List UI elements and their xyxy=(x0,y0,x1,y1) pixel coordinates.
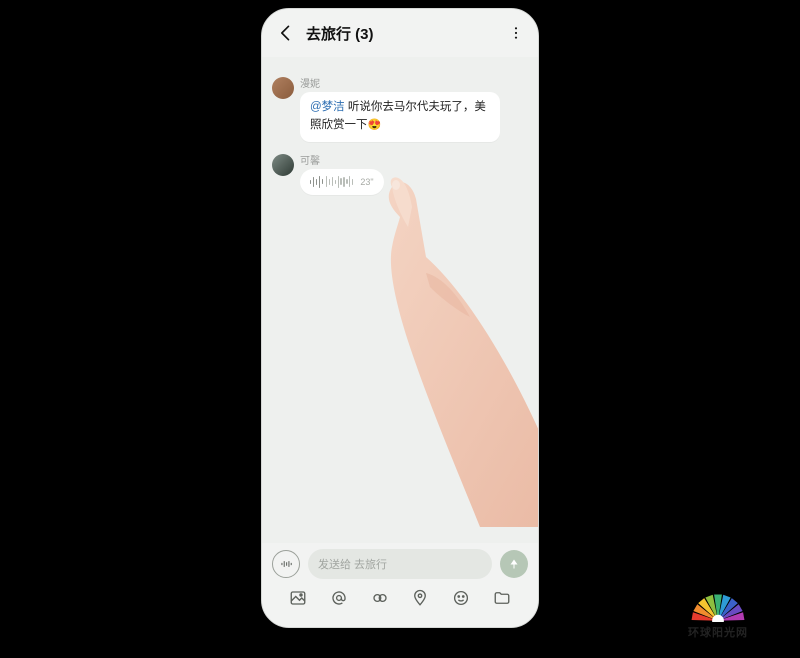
gallery-icon[interactable] xyxy=(287,587,309,609)
red-packet-icon[interactable] xyxy=(369,587,391,609)
watermark-text: 环球阳光网 xyxy=(668,624,768,640)
chat-header: 去旅行 (3) xyxy=(262,9,538,57)
mention-icon[interactable] xyxy=(328,587,350,609)
avatar[interactable] xyxy=(272,77,294,99)
sender-name: 漫妮 xyxy=(300,75,500,90)
sun-logo-icon xyxy=(685,588,751,622)
emoji-icon[interactable] xyxy=(450,587,472,609)
sender-name: 可馨 xyxy=(300,152,384,167)
message-row: 可馨 xyxy=(272,152,528,195)
mention[interactable]: @梦洁 xyxy=(310,101,345,113)
heart-eyes-emoji: 😍 xyxy=(368,119,382,131)
location-icon[interactable] xyxy=(409,587,431,609)
voice-waveform xyxy=(326,175,353,189)
voice-bubble[interactable]: 23" xyxy=(300,169,384,195)
back-icon[interactable] xyxy=(276,23,296,43)
phone-frame: 去旅行 (3) 漫妮 @梦洁 听说你去马尔代夫玩了，美照欣赏一下😍 可馨 xyxy=(261,8,539,628)
input-placeholder: 发送给 去旅行 xyxy=(318,556,387,572)
chat-footer: 发送给 去旅行 xyxy=(262,543,538,627)
toolbar xyxy=(272,587,528,609)
voice-waveform-played xyxy=(310,175,323,189)
avatar[interactable] xyxy=(272,154,294,176)
send-button[interactable] xyxy=(500,550,528,578)
message-row: 漫妮 @梦洁 听说你去马尔代夫玩了，美照欣赏一下😍 xyxy=(272,75,528,142)
pointing-hand-illustration xyxy=(330,177,538,527)
voice-duration: 23" xyxy=(360,177,373,187)
text-bubble[interactable]: @梦洁 听说你去马尔代夫玩了，美照欣赏一下😍 xyxy=(300,92,500,142)
voice-input-button[interactable] xyxy=(272,550,300,578)
watermark: 环球阳光网 xyxy=(668,588,768,640)
folder-icon[interactable] xyxy=(491,587,513,609)
chat-title: 去旅行 (3) xyxy=(306,23,508,44)
more-icon[interactable] xyxy=(508,25,524,41)
chat-area: 漫妮 @梦洁 听说你去马尔代夫玩了，美照欣赏一下😍 可馨 xyxy=(262,57,538,543)
message-input[interactable]: 发送给 去旅行 xyxy=(308,549,492,579)
